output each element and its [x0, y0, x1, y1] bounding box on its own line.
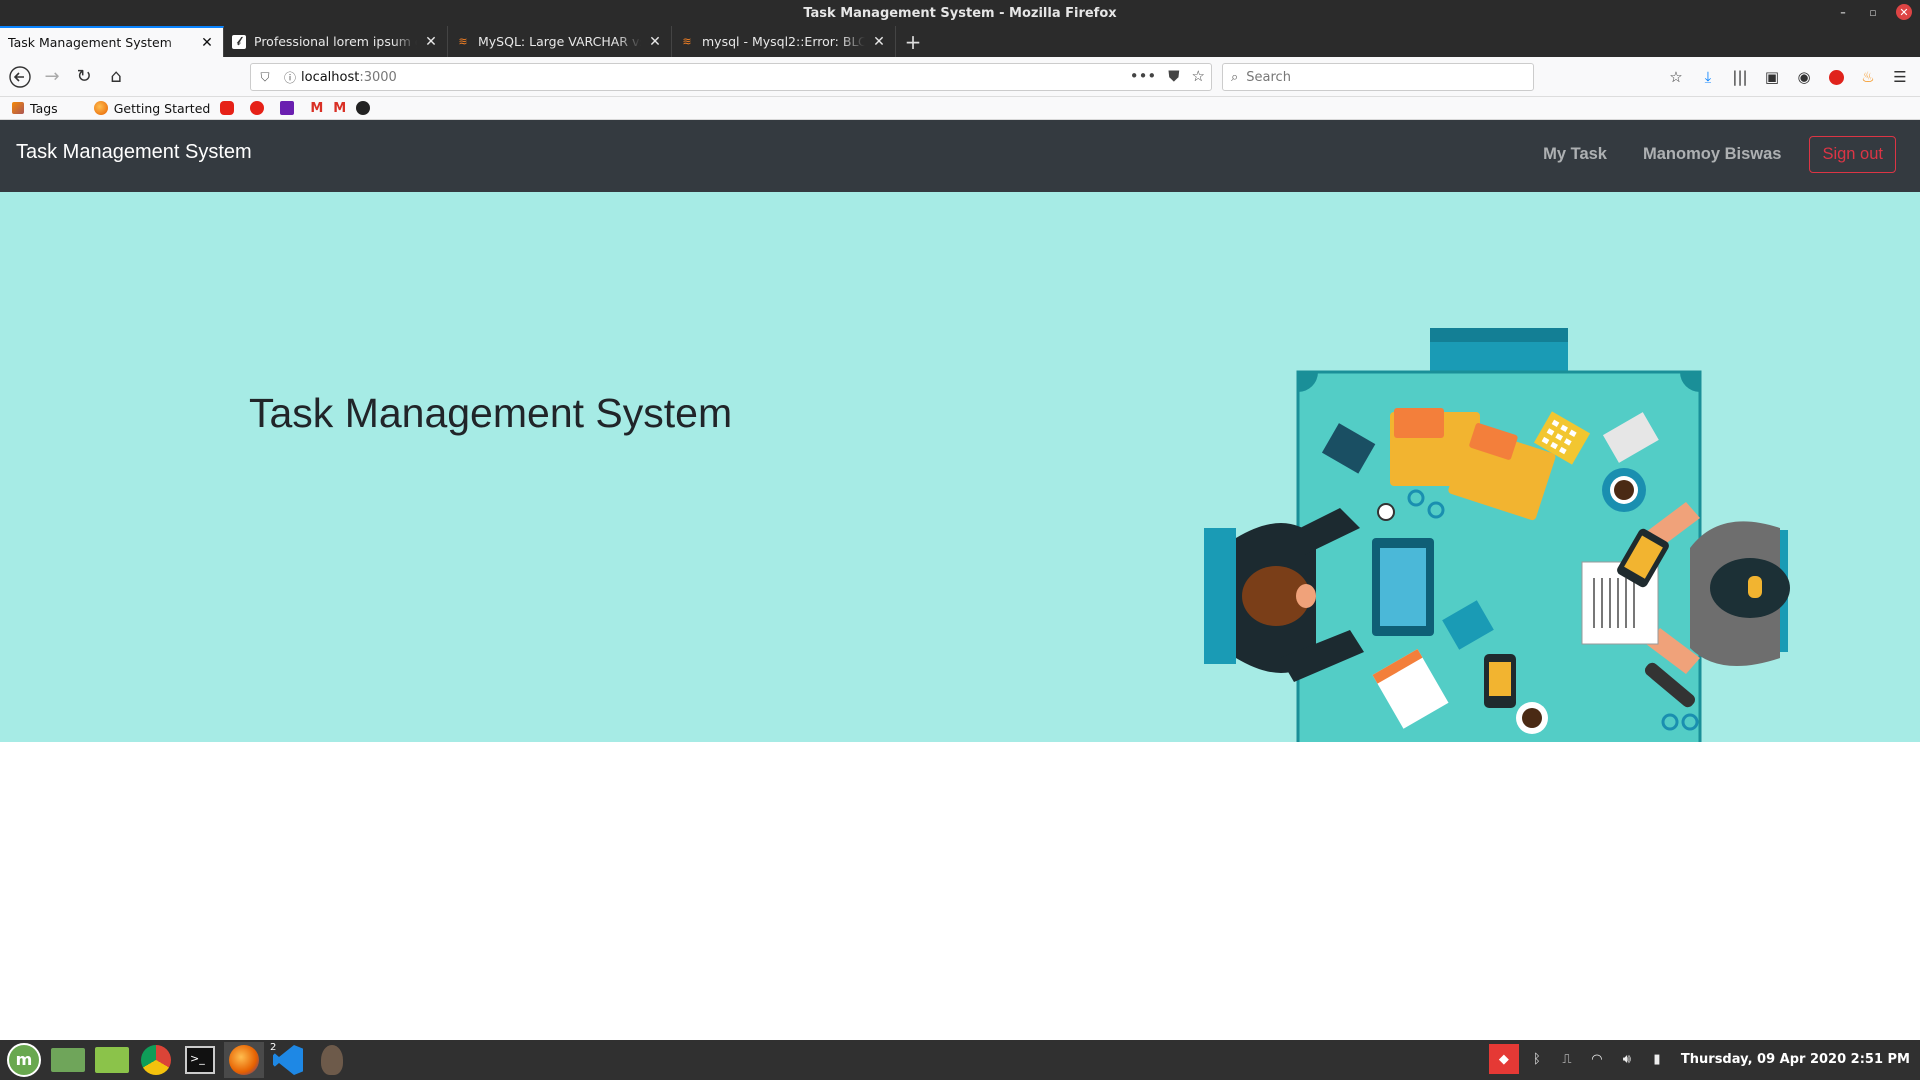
tags-icon: [12, 102, 24, 114]
bluetooth-icon[interactable]: ᛒ: [1525, 1047, 1549, 1071]
vscode-icon[interactable]: 2: [268, 1042, 308, 1078]
user-name-link[interactable]: Manomoy Biswas: [1625, 137, 1799, 172]
bookmarks-menu-icon[interactable]: ☆: [1664, 61, 1688, 93]
menu-icon[interactable]: ☰: [1888, 61, 1912, 93]
search-input[interactable]: ⌕ Search: [1222, 63, 1534, 91]
minimize-icon[interactable]: –: [1836, 6, 1850, 19]
firefox-taskbar-icon[interactable]: [224, 1042, 264, 1078]
my-task-link[interactable]: My Task: [1525, 137, 1625, 172]
navbar-links: My Task Manomoy Biswas Sign out: [1525, 136, 1896, 173]
library-icon[interactable]: |||: [1728, 61, 1752, 93]
bookmark-voot[interactable]: [280, 101, 300, 115]
bookmark-label: Tags: [30, 100, 58, 116]
pocket-icon[interactable]: ⛊: [1168, 67, 1179, 85]
system-tray: ◆ ᛒ ⎍ ◠ 🔊︎ ▮ Thursday, 09 Apr 2020 2:51 …: [1488, 1044, 1916, 1074]
tab-close-icon[interactable]: ✕: [423, 34, 439, 50]
tab-close-icon[interactable]: ✕: [647, 34, 663, 50]
toolbar-right: ☆ ⤓ ||| ▣ ◉ ♨ ☰: [1664, 61, 1912, 93]
system-taskbar: m >_ 2 ◆ ᛒ ⎍ ◠ 🔊︎ ▮ Thursday, 09 Apr 202…: [0, 1040, 1920, 1080]
bookmark-tags[interactable]: Tags: [12, 101, 58, 116]
tab-close-icon[interactable]: ✕: [199, 35, 215, 51]
voot-icon: [280, 101, 295, 115]
tab-title: MySQL: Large VARCHAR vs: [478, 34, 641, 49]
tab-lorem-ipsum[interactable]: 𝓁 Professional lorem ipsum g ✕: [224, 26, 448, 57]
youtube-music-icon: [250, 101, 265, 115]
reload-icon[interactable]: ↻: [68, 61, 100, 93]
window-controls: – ▫ ✕: [1836, 4, 1912, 20]
window-title: Task Management System - Mozilla Firefox: [803, 5, 1117, 21]
urlbar-actions: ••• ⛊ ☆: [1130, 67, 1205, 85]
clock[interactable]: Thursday, 09 Apr 2020 2:51 PM: [1681, 1052, 1910, 1067]
close-window-icon[interactable]: ✕: [1896, 4, 1912, 20]
new-tab-button[interactable]: +: [896, 26, 930, 57]
home-icon[interactable]: ⌂: [100, 61, 132, 93]
back-icon[interactable]: [4, 61, 36, 93]
navbar-brand[interactable]: Task Management System: [16, 141, 252, 164]
bookmark-youtube-music[interactable]: [250, 101, 270, 115]
youtube-icon: [220, 101, 235, 115]
battery-icon[interactable]: ▮: [1645, 1047, 1669, 1071]
forward-icon[interactable]: →: [36, 61, 68, 93]
files-icon[interactable]: [92, 1042, 132, 1078]
firefox-icon: [93, 101, 108, 115]
tab-close-icon[interactable]: ✕: [871, 34, 887, 50]
bookmark-gmail-2[interactable]: M: [333, 101, 346, 116]
tab-mysql-varchar[interactable]: ≋ MySQL: Large VARCHAR vs ✕: [448, 26, 672, 57]
office-desk-illustration: [1204, 328, 1790, 742]
tab-strip: Task Management System ✕ 𝓁 Professional …: [0, 26, 1920, 57]
gmail-icon: M: [333, 100, 347, 116]
account-icon[interactable]: ◉: [1792, 61, 1816, 93]
tab-task-management[interactable]: Task Management System ✕: [0, 26, 224, 57]
terminal-icon[interactable]: >_: [180, 1042, 220, 1078]
site-info-icon[interactable]: ⓘ: [279, 69, 301, 86]
navigation-toolbar: → ↻ ⌂ ⛉ ⓘ localhost:3000 ••• ⛊ ☆ ⌕ Searc…: [0, 57, 1920, 97]
window-titlebar: Task Management System - Mozilla Firefox…: [0, 0, 1920, 26]
lorem-favicon-icon: 𝓁: [232, 34, 246, 49]
tracking-shield-icon[interactable]: ⛉: [251, 70, 279, 85]
show-desktop-icon[interactable]: [48, 1042, 88, 1078]
volume-icon[interactable]: 🔊︎: [1615, 1047, 1639, 1071]
extension-red-icon[interactable]: [1824, 61, 1848, 93]
bookmark-github[interactable]: [356, 101, 376, 115]
anydesk-icon[interactable]: ◆: [1488, 1044, 1519, 1074]
network-wired-icon[interactable]: ⎍: [1555, 1047, 1579, 1071]
wifi-icon[interactable]: ◠: [1585, 1047, 1609, 1071]
maximize-icon[interactable]: ▫: [1866, 6, 1880, 19]
hero-section: Task Management System: [0, 192, 1920, 742]
web-page: Task Management System My Task Manomoy B…: [0, 120, 1920, 1040]
mint-menu-icon[interactable]: m: [4, 1042, 44, 1078]
stackoverflow-favicon-icon: ≋: [682, 35, 692, 48]
bookmark-getting-started[interactable]: Getting Started: [93, 100, 211, 116]
search-placeholder: Search: [1246, 69, 1291, 85]
hero-title: Task Management System: [249, 390, 733, 436]
gimp-icon[interactable]: [312, 1042, 352, 1078]
sidebar-icon[interactable]: ▣: [1760, 61, 1784, 93]
gmail-icon: M: [310, 100, 324, 116]
url-bar[interactable]: ⛉ ⓘ localhost:3000 ••• ⛊ ☆: [250, 63, 1212, 91]
sign-out-button[interactable]: Sign out: [1809, 136, 1896, 173]
url-port: :3000: [359, 69, 397, 85]
tab-title: Professional lorem ipsum g: [254, 34, 417, 49]
search-icon: ⌕: [1231, 69, 1239, 85]
tab-title: mysql - Mysql2::Error: BLOB: [702, 34, 865, 49]
bookmark-youtube[interactable]: [220, 101, 240, 115]
chrome-icon[interactable]: [136, 1042, 176, 1078]
vscode-badge: 2: [270, 1042, 277, 1053]
stackoverflow-favicon-icon: ≋: [458, 35, 468, 48]
app-navbar: Task Management System My Task Manomoy B…: [0, 120, 1920, 192]
tab-title: Task Management System: [8, 35, 172, 50]
bookmark-star-icon[interactable]: ☆: [1192, 67, 1205, 85]
page-actions-icon[interactable]: •••: [1130, 67, 1157, 85]
bookmark-gmail-1[interactable]: M: [310, 101, 323, 116]
tab-mysql-error[interactable]: ≋ mysql - Mysql2::Error: BLOB ✕: [672, 26, 896, 57]
bookmark-label: Getting Started: [113, 100, 211, 116]
github-icon: [356, 101, 371, 115]
bookmarks-bar: Tags Getting Started M M: [0, 97, 1920, 120]
extension-fire-icon[interactable]: ♨: [1856, 61, 1880, 93]
downloads-icon[interactable]: ⤓: [1696, 61, 1720, 93]
url-host: localhost: [301, 69, 360, 85]
